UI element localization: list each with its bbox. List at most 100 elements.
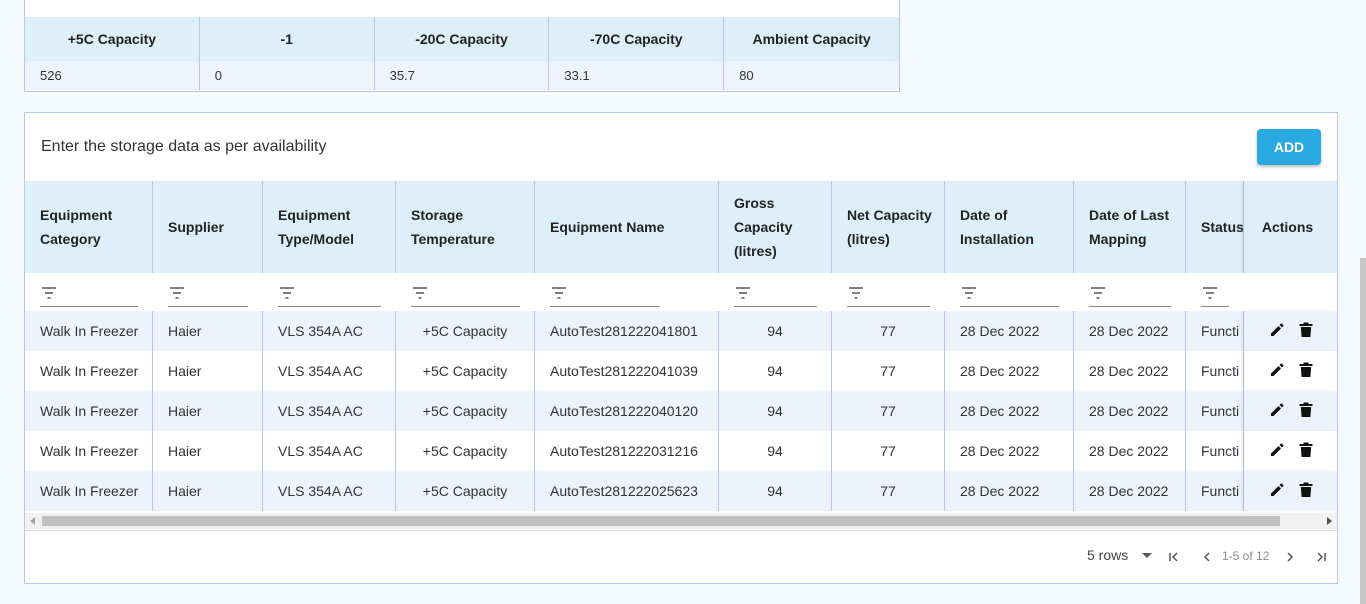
cell-last-mapping-date: 28 Dec 2022 xyxy=(1074,431,1186,471)
cell-installation-date: 28 Dec 2022 xyxy=(945,431,1074,471)
filter-icon xyxy=(413,287,427,299)
cell-status: Functi xyxy=(1186,471,1244,511)
column-filter-installation-date xyxy=(945,273,1074,311)
trash-icon[interactable] xyxy=(1299,402,1313,421)
cell-last-mapping-date: 28 Dec 2022 xyxy=(1074,311,1186,351)
scrollbar-thumb[interactable] xyxy=(42,516,1280,526)
filter-input[interactable] xyxy=(278,279,381,307)
row-actions xyxy=(1244,391,1337,431)
cell-installation-date: 28 Dec 2022 xyxy=(945,311,1074,351)
next-page-button[interactable] xyxy=(1282,549,1298,565)
column-header-storage-temperature[interactable]: Storage Temperature xyxy=(396,181,535,273)
cell-supplier: Haier xyxy=(153,351,263,391)
scroll-left-arrow[interactable] xyxy=(30,517,35,525)
table-row: Walk In Freezer Haier VLS 354A AC +5C Capac… xyxy=(25,351,1337,391)
cell-equipment-type: VLS 354A AC xyxy=(263,311,396,351)
filter-icon xyxy=(736,287,750,299)
filter-cell-empty xyxy=(1244,273,1337,311)
filter-icon xyxy=(962,287,976,299)
row-actions xyxy=(1244,351,1337,391)
cell-status: Functi xyxy=(1186,351,1244,391)
table-row: Walk In Freezer Haier VLS 354A AC +5C Capac… xyxy=(25,471,1337,511)
column-header-net-capacity[interactable]: Net Capacity (litres) xyxy=(832,181,945,273)
scroll-right-arrow[interactable] xyxy=(1327,517,1332,525)
edit-icon[interactable] xyxy=(1269,402,1285,421)
edit-icon[interactable] xyxy=(1269,362,1285,381)
capacity-value-cell: 0 xyxy=(200,61,375,90)
trash-icon[interactable] xyxy=(1299,362,1313,381)
table-row: Walk In Freezer Haier VLS 354A AC +5C Capac… xyxy=(25,311,1337,351)
column-header-last-mapping-date[interactable]: Date of Last Mapping xyxy=(1074,181,1186,273)
cell-gross-capacity: 94 xyxy=(719,431,832,471)
filter-input[interactable] xyxy=(1201,279,1229,307)
filter-icon xyxy=(1203,287,1217,299)
cell-installation-date: 28 Dec 2022 xyxy=(945,351,1074,391)
horizontal-scrollbar[interactable] xyxy=(25,513,1337,529)
cell-net-capacity: 77 xyxy=(832,431,945,471)
cell-net-capacity: 77 xyxy=(832,471,945,511)
filter-input[interactable] xyxy=(960,279,1059,307)
cell-last-mapping-date: 28 Dec 2022 xyxy=(1074,351,1186,391)
cell-equipment-type: VLS 354A AC xyxy=(263,431,396,471)
table-row: Walk In Freezer Haier VLS 354A AC +5C Capac… xyxy=(25,431,1337,471)
capacity-header-cell: -20C Capacity xyxy=(375,17,550,61)
edit-icon[interactable] xyxy=(1269,482,1285,501)
column-header-equipment-name[interactable]: Equipment Name xyxy=(535,181,719,273)
filter-input[interactable] xyxy=(847,279,930,307)
filter-input[interactable] xyxy=(550,279,660,307)
capacity-value-cell: 80 xyxy=(739,68,754,83)
filter-icon xyxy=(552,287,566,299)
column-header-equipment-category[interactable]: Equipment Category xyxy=(25,181,153,273)
column-filter-storage-temperature xyxy=(396,273,535,311)
cell-last-mapping-date: 28 Dec 2022 xyxy=(1074,391,1186,431)
trash-icon[interactable] xyxy=(1299,482,1313,501)
column-header-installation-date[interactable]: Date of Installation xyxy=(945,181,1074,273)
page-range: 1-5 of 12 xyxy=(1222,549,1270,563)
cell-net-capacity: 77 xyxy=(832,311,945,351)
cell-supplier: Haier xyxy=(153,471,263,511)
capacity-value-row: 526 0 35.7 33.1 80 xyxy=(25,61,899,90)
last-page-button[interactable] xyxy=(1313,549,1329,565)
chevron-left-icon xyxy=(1203,552,1210,562)
filter-input[interactable] xyxy=(40,279,138,307)
column-header-status[interactable]: Status xyxy=(1186,181,1244,273)
first-page-button[interactable] xyxy=(1166,549,1182,565)
row-actions xyxy=(1244,311,1337,351)
column-header-equipment-type[interactable]: Equipment Type/Model xyxy=(263,181,396,273)
cell-equipment-category: Walk In Freezer xyxy=(25,311,153,351)
capacity-value-cell: 35.7 xyxy=(375,61,550,90)
cell-last-mapping-date: 28 Dec 2022 xyxy=(1074,471,1186,511)
column-filter-net-capacity xyxy=(832,273,945,311)
trash-icon[interactable] xyxy=(1299,322,1313,341)
edit-icon[interactable] xyxy=(1269,322,1285,341)
grid-header-row: Equipment Category Supplier Equipment Type… xyxy=(25,181,1337,273)
cell-gross-capacity: 94 xyxy=(719,391,832,431)
filter-input[interactable] xyxy=(734,279,817,307)
filter-icon xyxy=(849,287,863,299)
column-filter-last-mapping-date xyxy=(1074,273,1186,311)
column-header-gross-capacity[interactable]: Gross Capacity (litres) xyxy=(719,181,832,273)
filter-input[interactable] xyxy=(1089,279,1171,307)
grid-filter-row xyxy=(25,273,1337,311)
prev-page-button[interactable] xyxy=(1199,549,1215,565)
cell-equipment-type: VLS 354A AC xyxy=(263,351,396,391)
column-header-supplier[interactable]: Supplier xyxy=(153,181,263,273)
cell-equipment-type: VLS 354A AC xyxy=(263,391,396,431)
filter-input[interactable] xyxy=(168,279,248,307)
capacity-header-row: +5C Capacity -1 -20C Capacity -70C Capac… xyxy=(25,17,899,61)
cell-storage-temperature: +5C Capacity xyxy=(396,431,535,471)
page-scrollbar[interactable] xyxy=(1360,258,1366,604)
trash-icon[interactable] xyxy=(1299,442,1313,461)
filter-input[interactable] xyxy=(411,279,520,307)
column-filter-gross-capacity xyxy=(719,273,832,311)
cell-status: Functi xyxy=(1186,431,1244,471)
cell-net-capacity: 77 xyxy=(832,391,945,431)
cell-equipment-name: AutoTest281222031216 xyxy=(535,431,719,471)
cell-equipment-name: AutoTest281222025623 xyxy=(535,471,719,511)
chevron-right-icon xyxy=(1287,552,1294,562)
add-button[interactable]: ADD xyxy=(1257,129,1321,165)
edit-icon[interactable] xyxy=(1269,442,1285,461)
column-filter-equipment-type xyxy=(263,273,396,311)
capacity-header-cell: -1 xyxy=(200,17,375,61)
rows-per-page-select[interactable]: 5 rows xyxy=(1087,547,1153,563)
